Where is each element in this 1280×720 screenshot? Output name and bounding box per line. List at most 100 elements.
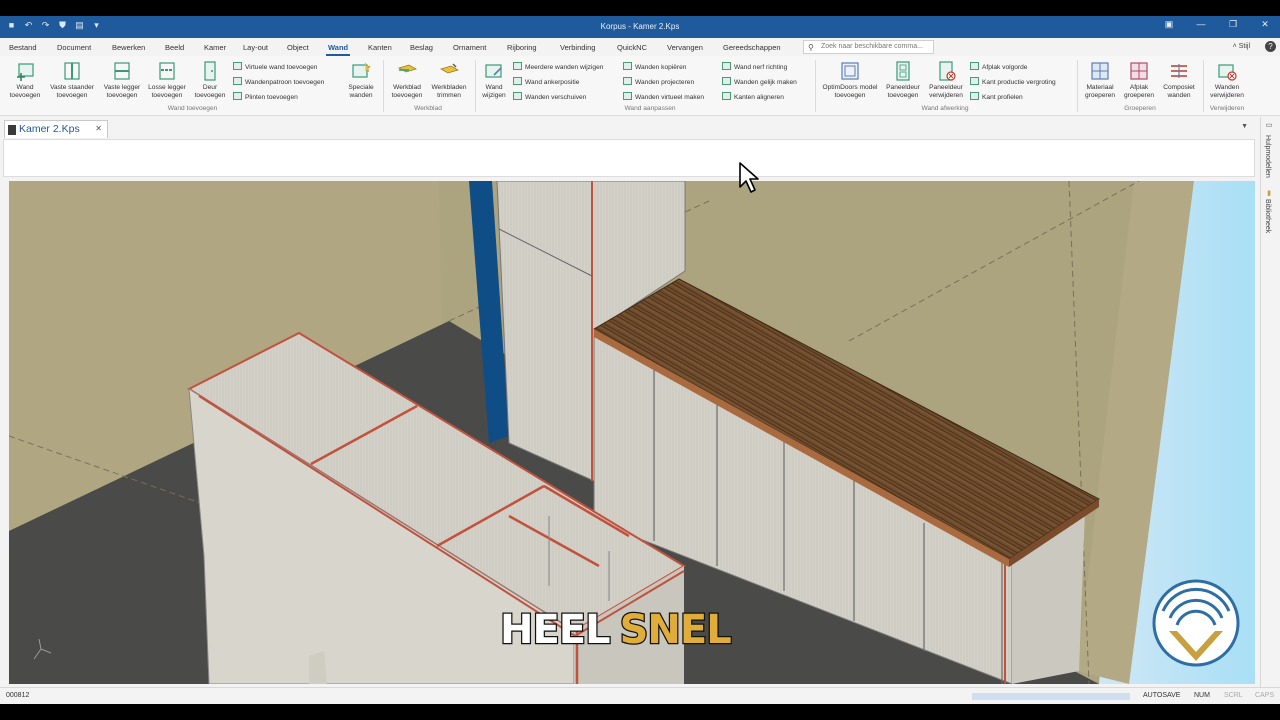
plinth-icon [233,92,242,100]
tab-rijboring[interactable]: Rijboring [507,43,537,52]
tab-object[interactable]: Object [287,43,309,52]
file-icon [8,125,16,135]
losse-legger-label: Losse legger toevoegen [148,84,186,99]
close-tab-icon[interactable]: ✕ [95,124,102,133]
ribbon-wand: Wand toevoegen Vaste staander toevoegen … [0,56,1280,116]
anchor-icon [513,77,522,85]
speciale-wanden-button[interactable]: Speciale wanden [342,60,380,100]
caption-word-gold: SNEL [618,606,733,655]
wandenpatroon-button[interactable]: Wandenpatroon toevoegen [233,77,324,86]
status-bar: 000812 AUTOSAVE NUM SCRL CAPS [0,687,1280,704]
werkblad-toevoegen-button[interactable]: Werkblad toevoegen [387,60,427,100]
afplak-groeperen-button[interactable]: Afplak groeperen [1120,60,1158,100]
wanden-verwijderen-button[interactable]: Wanden verwijderen [1206,60,1248,100]
wanden-gelijk-button[interactable]: Wanden gelijk maken [722,77,797,86]
materiaal-groeperen-button[interactable]: Materiaal groeperen [1081,60,1119,100]
command-search-input[interactable]: ⚲ Zoek naar beschikbare comma... [803,40,934,54]
ribbon-display-icon[interactable]: ▣ [1162,19,1176,30]
wand-ankerpositie-label: Wand ankerpositie [525,79,580,86]
kanten-aligneren-label: Kanten aligneren [734,94,784,101]
tab-bewerken[interactable]: Bewerken [112,43,145,52]
tab-lay-out[interactable]: Lay-out [243,43,268,52]
grain-direction-icon [722,62,731,70]
vaste-legger-button[interactable]: Vaste legger toevoegen [100,60,144,100]
wand-nerf-button[interactable]: Wand nerf richting [722,62,787,71]
afplak-volgorde-button[interactable]: Afplak volgorde [970,62,1027,71]
meerdere-wanden-button[interactable]: Meerdere wanden wijzigen [513,62,603,71]
optimdoors-icon [841,62,859,80]
tab-vervangen[interactable]: Vervangen [667,43,703,52]
edge-group-icon [1130,62,1148,80]
restore-icon[interactable]: ❐ [1226,19,1240,30]
document-tab-label: Kamer 2.Kps [19,123,80,135]
side-panel: ▭ Hulpmodellen ▮ Bibliotheek [1260,117,1280,687]
tab-document[interactable]: Document [57,43,91,52]
wanden-projecteren-button[interactable]: Wanden projecteren [623,77,694,86]
wandenpatroon-label: Wandenpatroon toevoegen [245,79,325,86]
command-search-placeholder: Zoek naar beschikbare comma... [821,43,923,50]
tab-verbinding[interactable]: Verbinding [560,43,595,52]
virtuele-wand-label: Virtuele wand toevoegen [245,64,318,71]
tab-beeld[interactable]: Beeld [165,43,184,52]
group-separator [1077,60,1078,112]
werkbladen-trimmen-button[interactable]: Werkbladen trimmen [428,60,470,100]
wand-toevoegen-button[interactable]: Wand toevoegen [5,60,45,100]
vaste-staander-button[interactable]: Vaste staander toevoegen [46,60,98,100]
minimize-icon[interactable]: — [1194,19,1208,30]
loose-shelf-icon [159,62,175,80]
help-icon[interactable]: ? [1265,41,1276,52]
close-icon[interactable]: ✕ [1258,19,1272,30]
tab-bestand[interactable]: Bestand [9,43,37,52]
fixed-shelf-icon [114,62,130,80]
pin-icon[interactable]: ▭ [1264,121,1272,129]
tab-gereedschappen[interactable]: Gereedschappen [723,43,781,52]
wanden-kopieren-label: Wanden kopiëren [635,64,687,71]
afplak-volgorde-label: Afplak volgorde [982,64,1028,71]
material-group-icon [1091,62,1109,80]
kant-profielen-button[interactable]: Kant profielen [970,92,1023,101]
paneeldeur-toevoegen-label: Paneeldeur toevoegen [886,84,920,99]
deur-toevoegen-button[interactable]: Deur toevoegen [190,60,230,100]
edge-order-icon [970,62,979,70]
speciale-wanden-label: Speciale wanden [348,84,374,99]
deur-toevoegen-label: Deur toevoegen [194,84,226,99]
tab-wand[interactable]: Wand [325,43,351,56]
panel-door-add-icon [896,61,910,81]
wand-wijzigen-button[interactable]: Wand wijzigen [478,60,510,100]
virtual-icon [623,92,632,100]
add-wall-icon [17,63,34,81]
wanden-projecteren-label: Wanden projecteren [635,79,695,86]
composiet-wanden-button[interactable]: Composiet wanden [1159,60,1199,100]
optimdoors-button[interactable]: OptimDoors model toevoegen [819,60,881,100]
wanden-kopieren-button[interactable]: Wanden kopiëren [623,62,686,71]
kanten-aligneren-button[interactable]: Kanten aligneren [722,92,784,101]
worktop-icon [397,64,418,73]
paneeldeur-verwijderen-button[interactable]: Paneeldeur verwijderen [925,60,967,100]
paneeldeur-toevoegen-button[interactable]: Paneeldeur toevoegen [882,60,924,100]
delete-walls-icon [1218,64,1237,81]
tab-quicknc[interactable]: QuickNC [617,43,647,52]
tab-kanten[interactable]: Kanten [368,43,392,52]
document-tab-kamer2[interactable]: Kamer 2.Kps ✕ [4,120,108,138]
tab-ornament[interactable]: Ornament [453,43,486,52]
side-tab-hulpmodellen[interactable]: Hulpmodellen [1264,135,1271,178]
status-code: 000812 [6,692,30,699]
kant-productie-label: Kant productie vergroting [982,79,1056,86]
progress-bar [972,693,1130,700]
virtuele-wand-button[interactable]: Virtuele wand toevoegen [233,62,317,71]
plinten-button[interactable]: Plinten toevoegen [233,92,298,101]
tab-beslag[interactable]: Beslag [410,43,433,52]
side-tab-bibliotheek[interactable]: Bibliotheek [1264,199,1271,233]
wanden-verschuiven-button[interactable]: Wanden verschuiven [513,92,586,101]
virtual-wall-icon [233,62,242,70]
tab-list-dropdown-icon[interactable]: ▼ [1241,123,1248,130]
wand-ankerpositie-button[interactable]: Wand ankerpositie [513,77,579,86]
wanden-virtueel-button[interactable]: Wanden virtueel maken [623,92,704,101]
tab-kamer[interactable]: Kamer [204,43,226,52]
losse-legger-button[interactable]: Losse legger toevoegen [145,60,189,100]
kant-productie-button[interactable]: Kant productie vergroting [970,77,1056,86]
edit-wall-icon [485,64,502,78]
library-icon: ▮ [1265,189,1272,197]
optimdoors-label: OptimDoors model toevoegen [822,84,878,99]
style-dropdown[interactable]: ˄ Stijl [1233,43,1250,50]
